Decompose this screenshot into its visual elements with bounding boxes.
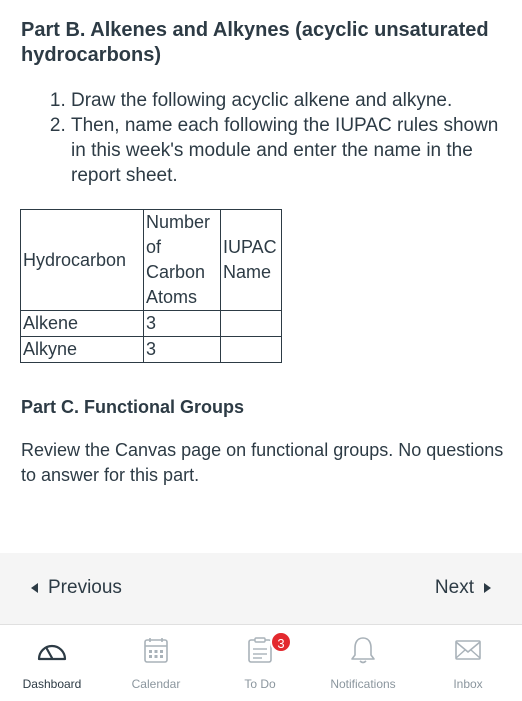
- caret-right-icon: [484, 583, 491, 593]
- part-c-heading: Part C. Functional Groups: [21, 397, 245, 417]
- part-b-heading: Part B. Alkenes and Alkynes (acyclic uns…: [21, 19, 489, 66]
- instruction-list: Draw the following acyclic alkene and al…: [21, 88, 501, 188]
- envelope-icon: [418, 635, 518, 665]
- tab-todo[interactable]: 3 To Do: [210, 631, 310, 691]
- tab-label: Calendar: [131, 677, 181, 691]
- next-label: Next: [434, 577, 474, 598]
- cell-carbon-atoms: 3: [143, 336, 221, 363]
- bottom-tab-bar: Dashboard Calendar 3 To Do Notifications…: [0, 624, 522, 701]
- dashboard-icon: [2, 635, 102, 665]
- module-pager: Previous Next: [0, 553, 522, 624]
- table-row: Alkyne 3: [20, 336, 282, 363]
- instruction-step: Then, name each following the IUPAC rule…: [71, 113, 501, 188]
- hydrocarbon-table: Hydrocarbon Number of Carbon Atoms IUPAC…: [20, 209, 282, 363]
- tab-label: Notifications: [330, 677, 396, 691]
- header-hydrocarbon: Hydrocarbon: [20, 209, 144, 311]
- cell-iupac-name: [220, 336, 282, 363]
- todo-count-badge: 3: [270, 631, 292, 653]
- caret-left-icon: [31, 583, 38, 593]
- table-header-row: Hydrocarbon Number of Carbon Atoms IUPAC…: [20, 209, 282, 311]
- tab-label: Inbox: [453, 677, 483, 691]
- tab-calendar[interactable]: Calendar: [106, 635, 206, 691]
- table-row: Alkene 3: [20, 310, 282, 337]
- tab-dashboard[interactable]: Dashboard: [2, 635, 102, 691]
- bell-icon: [313, 635, 413, 665]
- next-button[interactable]: Next: [435, 577, 491, 599]
- tab-inbox[interactable]: Inbox: [418, 635, 518, 691]
- previous-button[interactable]: Previous: [31, 577, 122, 599]
- part-c-text: Review the Canvas page on functional gro…: [21, 440, 504, 485]
- header-iupac-name: IUPAC Name: [220, 209, 282, 311]
- cell-iupac-name: [220, 310, 282, 337]
- previous-label: Previous: [48, 577, 122, 598]
- instruction-step: Draw the following acyclic alkene and al…: [71, 88, 501, 113]
- tab-label: To Do: [244, 677, 276, 691]
- todo-icon: 3: [210, 631, 310, 665]
- cell-hydrocarbon: Alkyne: [20, 336, 144, 363]
- header-carbon-atoms: Number of Carbon Atoms: [143, 209, 221, 311]
- tab-label: Dashboard: [22, 677, 82, 691]
- tab-notifications[interactable]: Notifications: [313, 635, 413, 691]
- calendar-icon: [106, 635, 206, 665]
- cell-carbon-atoms: 3: [143, 310, 221, 337]
- cell-hydrocarbon: Alkene: [20, 310, 144, 337]
